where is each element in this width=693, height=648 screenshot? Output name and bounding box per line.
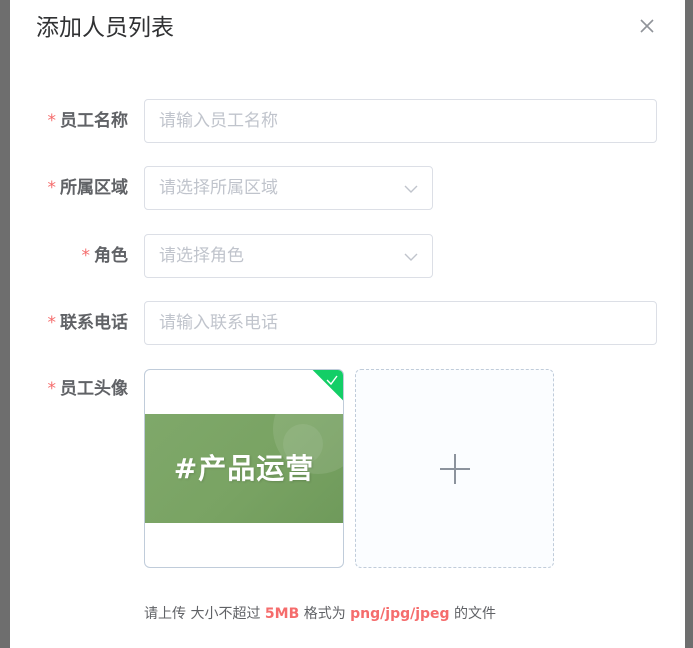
close-button[interactable] (635, 14, 659, 38)
add-staff-dialog: 添加人员列表 * 员工名称 请输入员工名称 * 所属区域 请选择所属区域 * 角色 请… (10, 0, 685, 648)
region-label: * 所属区域 (47, 178, 129, 198)
hint-size: 5MB (264, 606, 300, 622)
region-select-placeholder: 请选择所属区域 (159, 178, 278, 198)
chevron-down-icon (404, 185, 418, 193)
uploaded-avatar-thumbnail[interactable]: #产品运营 (144, 369, 344, 568)
required-mark: * (47, 379, 57, 399)
dialog-title: 添加人员列表 (36, 15, 174, 41)
modal-backdrop-left (0, 0, 10, 648)
role-label: * 角色 (81, 246, 129, 266)
avatar-label: * 员工头像 (47, 379, 129, 399)
hint-formats: png/jpg/jpeg (350, 606, 450, 622)
region-select[interactable]: 请选择所属区域 (144, 166, 433, 210)
chevron-down-icon (404, 253, 418, 261)
required-mark: * (47, 178, 57, 198)
check-icon (326, 375, 338, 386)
upload-hint: 请上传 大小不超过 5MB 格式为 png/jpg/jpeg 的文件 (144, 606, 497, 622)
employee-name-label: * 员工名称 (47, 111, 129, 131)
avatar-image-text: #产品运营 (173, 452, 315, 485)
avatar-image: #产品运营 (145, 414, 343, 523)
required-mark: * (81, 246, 91, 266)
close-icon (640, 19, 654, 33)
modal-backdrop-right (685, 0, 693, 648)
employee-name-input[interactable]: 请输入员工名称 (144, 99, 657, 143)
phone-input[interactable]: 请输入联系电话 (144, 301, 657, 345)
required-mark: * (47, 313, 57, 333)
required-mark: * (47, 111, 57, 131)
plus-icon (440, 454, 470, 484)
role-select[interactable]: 请选择角色 (144, 234, 433, 278)
role-select-placeholder: 请选择角色 (159, 246, 244, 266)
upload-add-button[interactable] (355, 369, 554, 568)
phone-label: * 联系电话 (47, 313, 129, 333)
